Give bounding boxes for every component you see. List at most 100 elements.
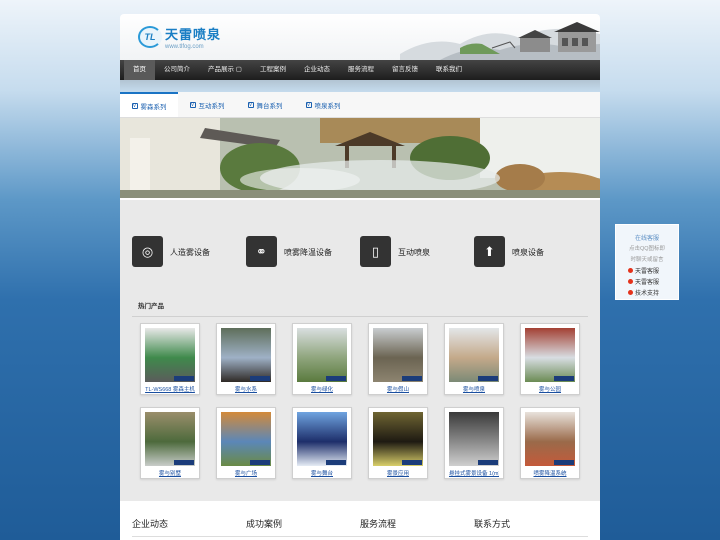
product-label[interactable]: 雾与公园 xyxy=(525,385,575,393)
nav-item-about[interactable]: 公司简介 xyxy=(155,60,199,80)
product-card[interactable]: 雾景应用 xyxy=(368,407,428,479)
nav-item-home[interactable]: 首页 xyxy=(124,60,155,80)
service-item-3[interactable]: 技术支持 xyxy=(620,288,674,297)
brand-badge xyxy=(174,376,194,381)
nav-item-contact[interactable]: 联系我们 xyxy=(427,60,471,80)
tab-label: 互动系列 xyxy=(198,102,225,110)
nav-item-news[interactable]: 企业动态 xyxy=(295,60,339,80)
product-card[interactable]: 喷雾降温系统 xyxy=(520,407,580,479)
link-icon: ⚭ xyxy=(246,236,277,267)
logo[interactable]: TL 天雷喷泉 www.tlfog.com xyxy=(138,24,221,50)
product-card[interactable]: 雾与假山 xyxy=(368,323,428,395)
hot-products-title: 热门产品 xyxy=(132,290,588,317)
product-label[interactable]: 雾与假山 xyxy=(373,385,423,393)
footer-col-cases[interactable]: 成功案例 xyxy=(246,517,360,537)
brand-badge xyxy=(326,460,346,465)
nav-item-feedback[interactable]: 留言反馈 xyxy=(383,60,427,80)
product-card[interactable]: 雾与广场 xyxy=(216,407,276,479)
feature-interactive-fountain[interactable]: ▯ 互动喷泉 xyxy=(360,236,474,290)
product-label[interactable]: 雾景应用 xyxy=(373,469,423,477)
service-desc-line-2: 时聊天或留言 xyxy=(630,257,664,263)
product-thumbnail[interactable] xyxy=(373,412,423,466)
feature-fountain-equipment[interactable]: ⬆ 喷泉设备 xyxy=(474,236,588,290)
series-tabs: v 雾森系列 v 互动系列 v 舞台系列 v 喷泉系列 xyxy=(120,92,600,118)
product-card[interactable]: 雾与绿化 xyxy=(292,323,352,395)
brand-url: www.tlfog.com xyxy=(165,44,204,50)
phone-icon: ▯ xyxy=(360,236,391,267)
product-thumbnail[interactable] xyxy=(297,412,347,466)
nav-item-projects[interactable]: 工程案例 xyxy=(251,60,295,80)
main-content: v 雾森系列 v 互动系列 v 舞台系列 v 喷泉系列 ◎ 人造雾设备 ⚭ 喷雾… xyxy=(120,92,610,540)
feature-label: 人造雾设备 xyxy=(170,248,210,257)
product-thumbnail[interactable] xyxy=(145,412,195,466)
main-nav: 首页 公司简介 产品展示 ▢ 工程案例 企业动态 服务流程 留言反馈 联系我们 xyxy=(120,60,600,80)
product-label[interactable]: 雾与广场 xyxy=(221,469,271,477)
product-card[interactable]: TL-WS668 雾森主机 xyxy=(140,323,200,395)
product-thumbnail[interactable] xyxy=(373,328,423,382)
tab-fountain-series[interactable]: v 喷泉系列 xyxy=(294,92,352,117)
brand-badge xyxy=(174,460,194,465)
product-thumbnail[interactable] xyxy=(525,328,575,382)
tab-interactive-series[interactable]: v 互动系列 xyxy=(178,92,236,117)
banner-image[interactable] xyxy=(120,118,610,208)
product-label[interactable]: TL-WS668 雾森主机 xyxy=(145,385,195,393)
tab-label: 舞台系列 xyxy=(256,102,283,110)
hot-products-section: 热门产品 TL-WS668 雾森主机 雾与水系 雾与绿化 雾与假山 雾与喷泉 雾与公园雾与… xyxy=(120,290,600,501)
online-service-widget: 在线客服 点击QQ图标即 时聊天或留言 天雷客服 天雷客服 技术支持 xyxy=(615,224,679,300)
feature-row: ◎ 人造雾设备 ⚭ 喷雾降温设备 ▯ 互动喷泉 ⬆ 喷泉设备 xyxy=(120,200,600,290)
brand-badge xyxy=(402,460,422,465)
service-item-label: 技术支持 xyxy=(635,291,660,297)
qq-icon xyxy=(628,290,633,295)
brand-badge xyxy=(326,376,346,381)
footer-col-service[interactable]: 服务流程 xyxy=(360,517,474,537)
product-thumbnail[interactable] xyxy=(221,328,271,382)
product-card[interactable]: 雾与公园 xyxy=(520,323,580,395)
nav-item-service[interactable]: 服务流程 xyxy=(339,60,383,80)
brand-name: 天雷喷泉 xyxy=(165,27,222,42)
product-label[interactable]: 雾与喷泉 xyxy=(449,385,499,393)
service-item-label: 天雷客服 xyxy=(635,269,660,275)
page-container: TL 天雷喷泉 www.tlfog.com 首页 公司简介 产品展示 ▢ 工程案… xyxy=(120,14,610,540)
nav-item-products[interactable]: 产品展示 ▢ xyxy=(199,60,251,80)
service-title: 在线客服 xyxy=(634,236,659,242)
product-label[interactable]: 喷雾降温系统 xyxy=(525,469,575,477)
product-label[interactable]: 雾与水系 xyxy=(221,385,271,393)
feature-spray-cooling[interactable]: ⚭ 喷雾降温设备 xyxy=(246,236,360,290)
product-label[interactable]: 雾与别墅 xyxy=(145,469,195,477)
tab-fog-series[interactable]: v 雾森系列 xyxy=(120,92,178,117)
product-thumbnail[interactable] xyxy=(221,412,271,466)
product-label[interactable]: 雾与绿化 xyxy=(297,385,347,393)
brand-badge xyxy=(554,460,574,465)
footer-col-news[interactable]: 企业动态 xyxy=(132,517,246,537)
chevron-down-icon: v xyxy=(247,101,254,108)
chevron-down-icon: v xyxy=(305,101,312,108)
service-item-1[interactable]: 天雷客服 xyxy=(620,266,674,275)
product-thumbnail[interactable] xyxy=(449,412,499,466)
brand-badge xyxy=(402,376,422,381)
nav-shadow xyxy=(120,80,600,92)
product-label[interactable]: 悬挂式雾景设备 1(m) xyxy=(449,469,499,477)
brand-badge xyxy=(478,376,498,381)
feature-label: 喷泉设备 xyxy=(512,248,544,257)
qq-icon xyxy=(628,268,633,273)
product-card[interactable]: 悬挂式雾景设备 1(m) xyxy=(444,407,504,479)
product-thumbnail[interactable] xyxy=(449,328,499,382)
product-thumbnail[interactable] xyxy=(297,328,347,382)
product-thumbnail[interactable] xyxy=(145,328,195,382)
product-label[interactable]: 雾与舞台 xyxy=(297,469,347,477)
tab-stage-series[interactable]: v 舞台系列 xyxy=(236,92,294,117)
feature-fog-equipment[interactable]: ◎ 人造雾设备 xyxy=(132,236,246,290)
header: TL 天雷喷泉 www.tlfog.com xyxy=(120,14,600,60)
product-card[interactable]: 雾与喷泉 xyxy=(444,323,504,395)
qq-icon xyxy=(628,279,633,284)
product-card[interactable]: 雾与水系 xyxy=(216,323,276,395)
product-thumbnail[interactable] xyxy=(525,412,575,466)
product-card[interactable]: 雾与别墅 xyxy=(140,407,200,479)
footer-col-contact[interactable]: 联系方式 xyxy=(474,517,588,537)
service-desc-line-1: 点击QQ图标即 xyxy=(628,246,666,252)
product-card[interactable]: 雾与舞台 xyxy=(292,407,352,479)
chevron-down-icon: v xyxy=(131,102,138,109)
brand-badge xyxy=(250,460,270,465)
logo-text: 天雷喷泉 www.tlfog.com xyxy=(165,24,221,50)
service-item-2[interactable]: 天雷客服 xyxy=(620,277,674,286)
